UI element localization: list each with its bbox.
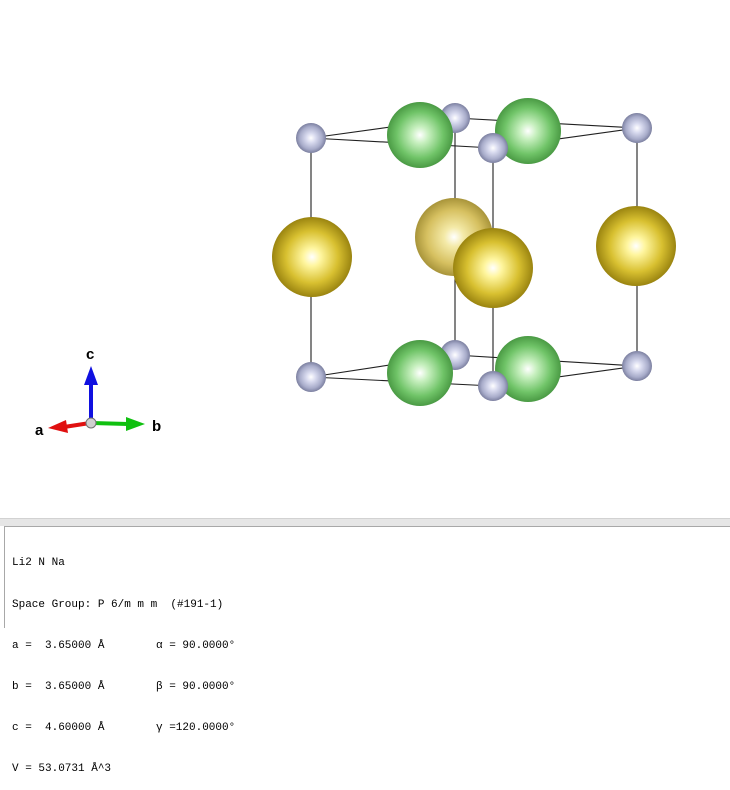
crystal-structure[interactable]: c b a bbox=[0, 0, 730, 518]
lattice-b-text: b = 3.65000 Å bbox=[12, 680, 105, 693]
axis-origin bbox=[85, 417, 97, 429]
atom-li[interactable] bbox=[622, 113, 652, 143]
b-axis-line bbox=[91, 421, 129, 426]
crystal-viewport[interactable]: c b a bbox=[0, 0, 730, 518]
atom-li[interactable] bbox=[296, 362, 326, 392]
b-axis-arrow-icon bbox=[126, 417, 145, 431]
atom-n[interactable] bbox=[596, 206, 676, 286]
b-axis-label: b bbox=[152, 418, 161, 435]
lattice-row-c: c = 4.60000 Å γ =120.0000° bbox=[12, 722, 730, 736]
atom-li[interactable] bbox=[478, 371, 508, 401]
lattice-c-text: c = 4.60000 Å bbox=[12, 721, 105, 734]
a-axis-label: a bbox=[35, 422, 44, 439]
lattice-alpha-text: α = 90.0000° bbox=[156, 639, 236, 652]
lattice-beta-text: β = 90.0000° bbox=[156, 680, 236, 693]
lattice-row-b: b = 3.65000 Å β = 90.0000° bbox=[12, 681, 730, 695]
lattice-row-a: a = 3.65000 Å α = 90.0000° bbox=[12, 640, 730, 654]
atom-n[interactable] bbox=[453, 228, 533, 308]
atom-li[interactable] bbox=[296, 123, 326, 153]
c-axis-label: c bbox=[86, 346, 94, 363]
space-group-text: Space Group: P 6/m m m (#191-1) bbox=[12, 598, 224, 611]
atom-na[interactable] bbox=[387, 340, 453, 406]
a-axis-arrow-icon bbox=[48, 420, 68, 433]
volume-text: V = 53.0731 Å^3 bbox=[12, 762, 112, 775]
atom-n[interactable] bbox=[272, 217, 352, 297]
axis-indicator: c b a bbox=[35, 346, 161, 439]
lattice-gamma-text: γ =120.0000° bbox=[156, 721, 236, 734]
formula-text: Li2 N Na bbox=[12, 557, 65, 570]
atom-li[interactable] bbox=[478, 133, 508, 163]
c-axis-arrow-icon bbox=[84, 366, 98, 385]
structure-info-panel: Li2 N Na Space Group: P 6/m m m (#191-1)… bbox=[4, 526, 730, 775]
panel-splitter[interactable] bbox=[0, 518, 730, 526]
atom-li[interactable] bbox=[622, 351, 652, 381]
lattice-a-text: a = 3.65000 Å bbox=[12, 639, 105, 652]
atom-na[interactable] bbox=[387, 102, 453, 168]
